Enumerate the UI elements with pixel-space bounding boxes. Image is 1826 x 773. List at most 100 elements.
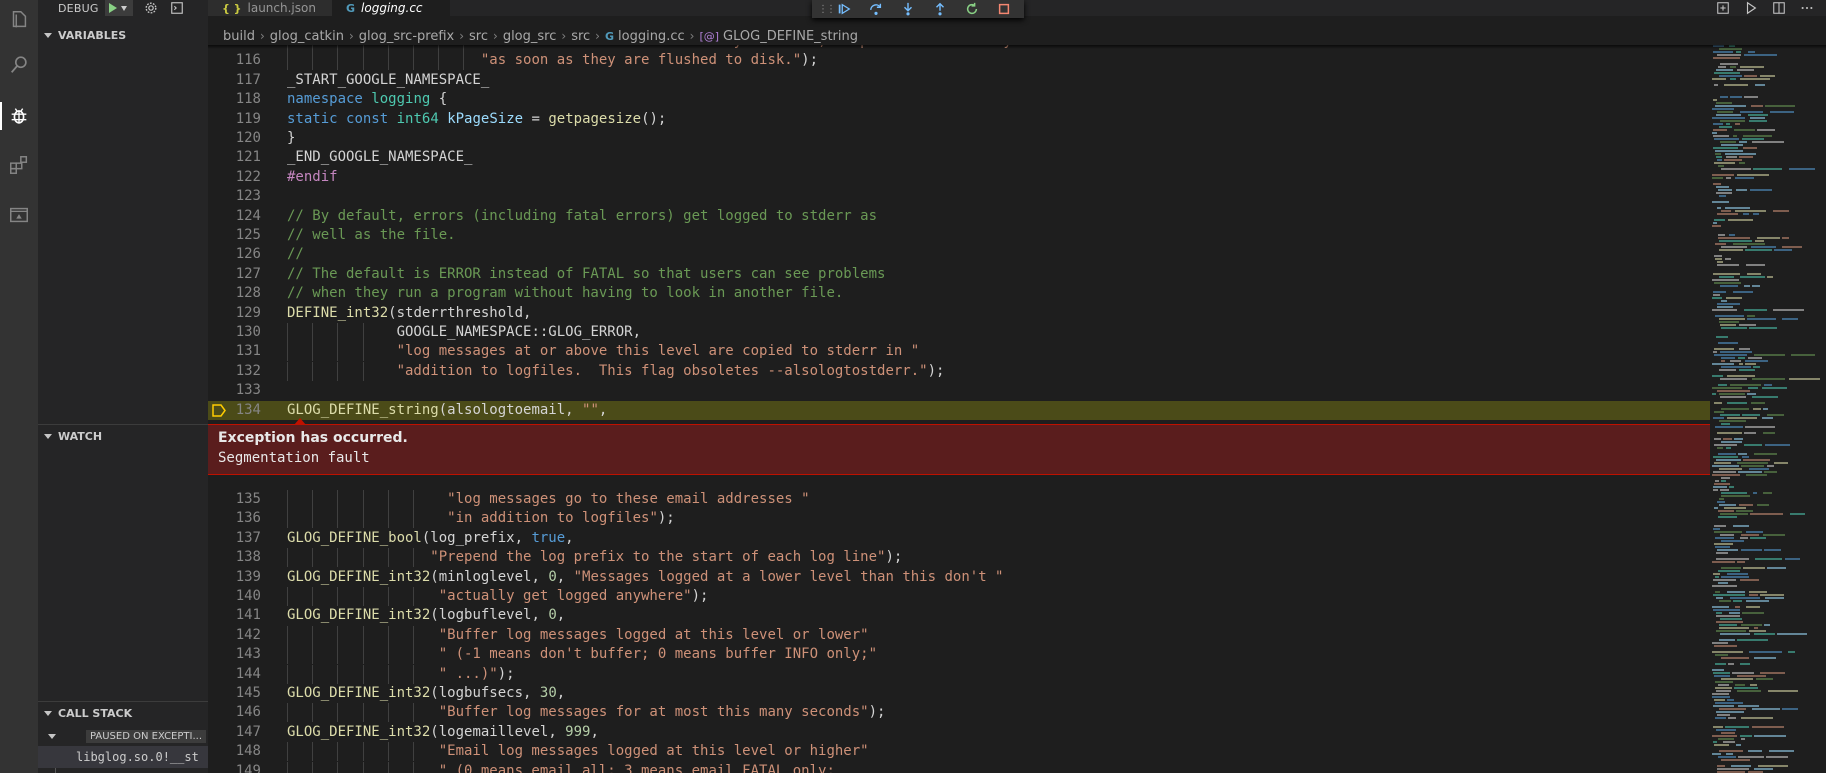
line-number[interactable]: 125 xyxy=(208,226,261,245)
thread-row[interactable]: PAUSED ON EXCEPTI... xyxy=(38,726,208,746)
code-line[interactable]: 139 GLOG_DEFINE_int32(minloglevel, 0, "Me… xyxy=(208,568,1710,587)
breadcrumb-item[interactable]: src xyxy=(571,29,590,44)
code-line[interactable]: 116 "as soon as they are flushed to disk… xyxy=(208,51,1710,71)
code-line[interactable]: 129 DEFINE_int32(stderrthreshold, xyxy=(208,304,1710,323)
gear-icon[interactable] xyxy=(143,0,159,16)
step-over-button[interactable] xyxy=(860,0,892,18)
code-line[interactable]: 125 // well as the file. xyxy=(208,226,1710,245)
breadcrumb-item[interactable]: build xyxy=(223,29,255,44)
code-text[interactable]: GLOG_DEFINE_bool(log_prefix, true, xyxy=(287,529,574,548)
line-number[interactable]: 123 xyxy=(208,187,261,206)
line-number[interactable]: 133 xyxy=(208,381,261,400)
code-text[interactable]: "addition to logfiles. This flag obsolet… xyxy=(287,362,945,381)
line-number[interactable]: 118 xyxy=(208,90,261,109)
code-text[interactable]: _START_GOOGLE_NAMESPACE_ xyxy=(287,71,489,90)
line-number[interactable]: 120 xyxy=(208,129,261,148)
code-text[interactable]: DEFINE_int32(stderrthreshold, xyxy=(287,304,531,323)
restart-button[interactable] xyxy=(956,0,988,18)
code-text[interactable]: GLOG_DEFINE_int32(logbuflevel, 0, xyxy=(287,606,565,625)
code-text[interactable]: " (-1 means don't buffer; 0 means buffer… xyxy=(287,645,877,664)
line-number[interactable]: 131 xyxy=(208,342,261,361)
code-text[interactable]: "in addition to logfiles"); xyxy=(287,509,675,528)
stop-button[interactable] xyxy=(988,0,1020,18)
drag-handle-icon[interactable]: ⋮⋮ xyxy=(818,4,836,15)
code-line[interactable]: 148 "Email log messages logged at this l… xyxy=(208,742,1710,762)
tab-launch-json[interactable]: { } launch.json xyxy=(208,0,332,16)
code-line[interactable]: 117 _START_GOOGLE_NAMESPACE_ xyxy=(208,71,1710,90)
more-actions-icon[interactable] xyxy=(1800,1,1814,15)
code-line[interactable]: 149 " (0 means email all; 3 means email … xyxy=(208,761,1710,773)
code-text[interactable]: " ...)"); xyxy=(287,665,515,684)
line-number[interactable]: 149 xyxy=(208,762,261,773)
line-number[interactable]: 144 xyxy=(208,665,261,684)
code-text[interactable]: // well as the file. xyxy=(287,226,456,245)
search-icon[interactable] xyxy=(0,45,38,85)
call-stack-section-header[interactable]: CALL STACK xyxy=(38,702,208,724)
continue-button[interactable] xyxy=(828,0,860,18)
code-line[interactable]: 134 GLOG_DEFINE_string(alsologtoemail, ""… xyxy=(208,400,1710,420)
tab-logging-cc[interactable]: G logging.cc xyxy=(332,0,450,16)
code-text[interactable]: "Prepend the log prefix to the start of … xyxy=(287,548,902,567)
code-text[interactable]: // The default is ERROR instead of FATAL… xyxy=(287,265,885,284)
step-out-button[interactable] xyxy=(924,0,956,18)
step-into-button[interactable] xyxy=(892,0,924,18)
line-number[interactable]: 124 xyxy=(208,207,261,226)
code-line[interactable]: 127 // The default is ERROR instead of FA… xyxy=(208,265,1710,284)
code-line[interactable]: 147 GLOG_DEFINE_int32(logemaillevel, 999, xyxy=(208,723,1710,742)
code-text[interactable]: _END_GOOGLE_NAMESPACE_ xyxy=(287,148,472,167)
code-line[interactable]: 121 _END_GOOGLE_NAMESPACE_ xyxy=(208,148,1710,167)
breadcrumb-item[interactable]: logging.cc xyxy=(618,29,685,44)
explorer-icon[interactable] xyxy=(0,0,38,40)
code-text[interactable]: "Buffer log messages for at most this ma… xyxy=(287,703,886,722)
code-line[interactable]: 124 // By default, errors (including fata… xyxy=(208,207,1710,226)
breadcrumb-item[interactable]: glog_src-prefix xyxy=(359,29,454,44)
code-line[interactable]: 122 #endif xyxy=(208,168,1710,187)
code-line[interactable]: 133 xyxy=(208,381,1710,400)
code-text[interactable]: // xyxy=(287,245,304,264)
breadcrumb-item[interactable]: glog_src xyxy=(503,29,557,44)
breadcrumb-item[interactable]: GLOG_DEFINE_string xyxy=(723,29,858,44)
line-number[interactable]: 119 xyxy=(208,110,261,129)
start-debugging-button[interactable] xyxy=(104,0,133,16)
split-editor-icon[interactable] xyxy=(1772,1,1786,15)
code-text[interactable]: "Buffer log messages logged at this leve… xyxy=(287,626,869,645)
code-text[interactable]: // when they run a program without havin… xyxy=(287,284,843,303)
code-line[interactable]: 140 "actually get logged anywhere"); xyxy=(208,587,1710,606)
line-number[interactable]: 148 xyxy=(208,742,261,761)
code-text[interactable]: namespace logging { xyxy=(287,90,447,109)
line-number[interactable]: 122 xyxy=(208,168,261,187)
code-text[interactable]: GLOG_DEFINE_string(alsologtoemail, "", xyxy=(287,401,607,420)
code-line[interactable]: 135 "log messages go to these email addr… xyxy=(208,490,1710,509)
code-line[interactable]: 141 GLOG_DEFINE_int32(logbuflevel, 0, xyxy=(208,606,1710,625)
line-number[interactable]: 121 xyxy=(208,148,261,167)
line-number[interactable]: 140 xyxy=(208,587,261,606)
code-text[interactable]: static const int64 kPageSize = getpagesi… xyxy=(287,110,666,129)
code-text[interactable]: GLOG_DEFINE_int32(minloglevel, 0, "Messa… xyxy=(287,568,1003,587)
code-line[interactable]: 120} xyxy=(208,129,1710,148)
line-number[interactable]: 142 xyxy=(208,626,261,645)
line-number[interactable]: 127 xyxy=(208,265,261,284)
code-text[interactable]: " (0 means email all; 3 means email FATA… xyxy=(287,762,835,773)
code-line[interactable]: 131 "log messages at or above this level… xyxy=(208,342,1710,362)
line-number[interactable]: 137 xyxy=(208,529,261,548)
minimap[interactable] xyxy=(1710,45,1826,773)
code-line[interactable]: 145 GLOG_DEFINE_int32(logbufsecs, 30, xyxy=(208,684,1710,703)
line-number[interactable]: 117 xyxy=(208,71,261,90)
code-line[interactable]: 137 GLOG_DEFINE_bool(log_prefix, true, xyxy=(208,529,1710,548)
code-text[interactable]: GLOG_DEFINE_int32(logemaillevel, 999, xyxy=(287,723,599,742)
line-number[interactable]: 136 xyxy=(208,509,261,528)
breadcrumb-item[interactable]: src xyxy=(469,29,488,44)
chevron-down-icon[interactable] xyxy=(120,5,127,11)
line-number[interactable]: 143 xyxy=(208,645,261,664)
code-text[interactable]: "log messages go to these email addresse… xyxy=(287,490,809,509)
variables-section-header[interactable]: VARIABLES xyxy=(38,24,208,46)
code-line[interactable]: 144 " ...)"); xyxy=(208,664,1710,684)
line-number[interactable]: 145 xyxy=(208,684,261,703)
run-icon[interactable] xyxy=(1744,1,1758,15)
code-text[interactable]: } xyxy=(287,129,295,148)
code-line[interactable]: 142 "Buffer log messages logged at this … xyxy=(208,625,1710,645)
debug-console-icon[interactable] xyxy=(169,0,185,16)
breadcrumb-item[interactable]: glog_catkin xyxy=(270,29,344,44)
line-number[interactable]: 116 xyxy=(208,51,261,70)
line-number[interactable]: 135 xyxy=(208,490,261,509)
